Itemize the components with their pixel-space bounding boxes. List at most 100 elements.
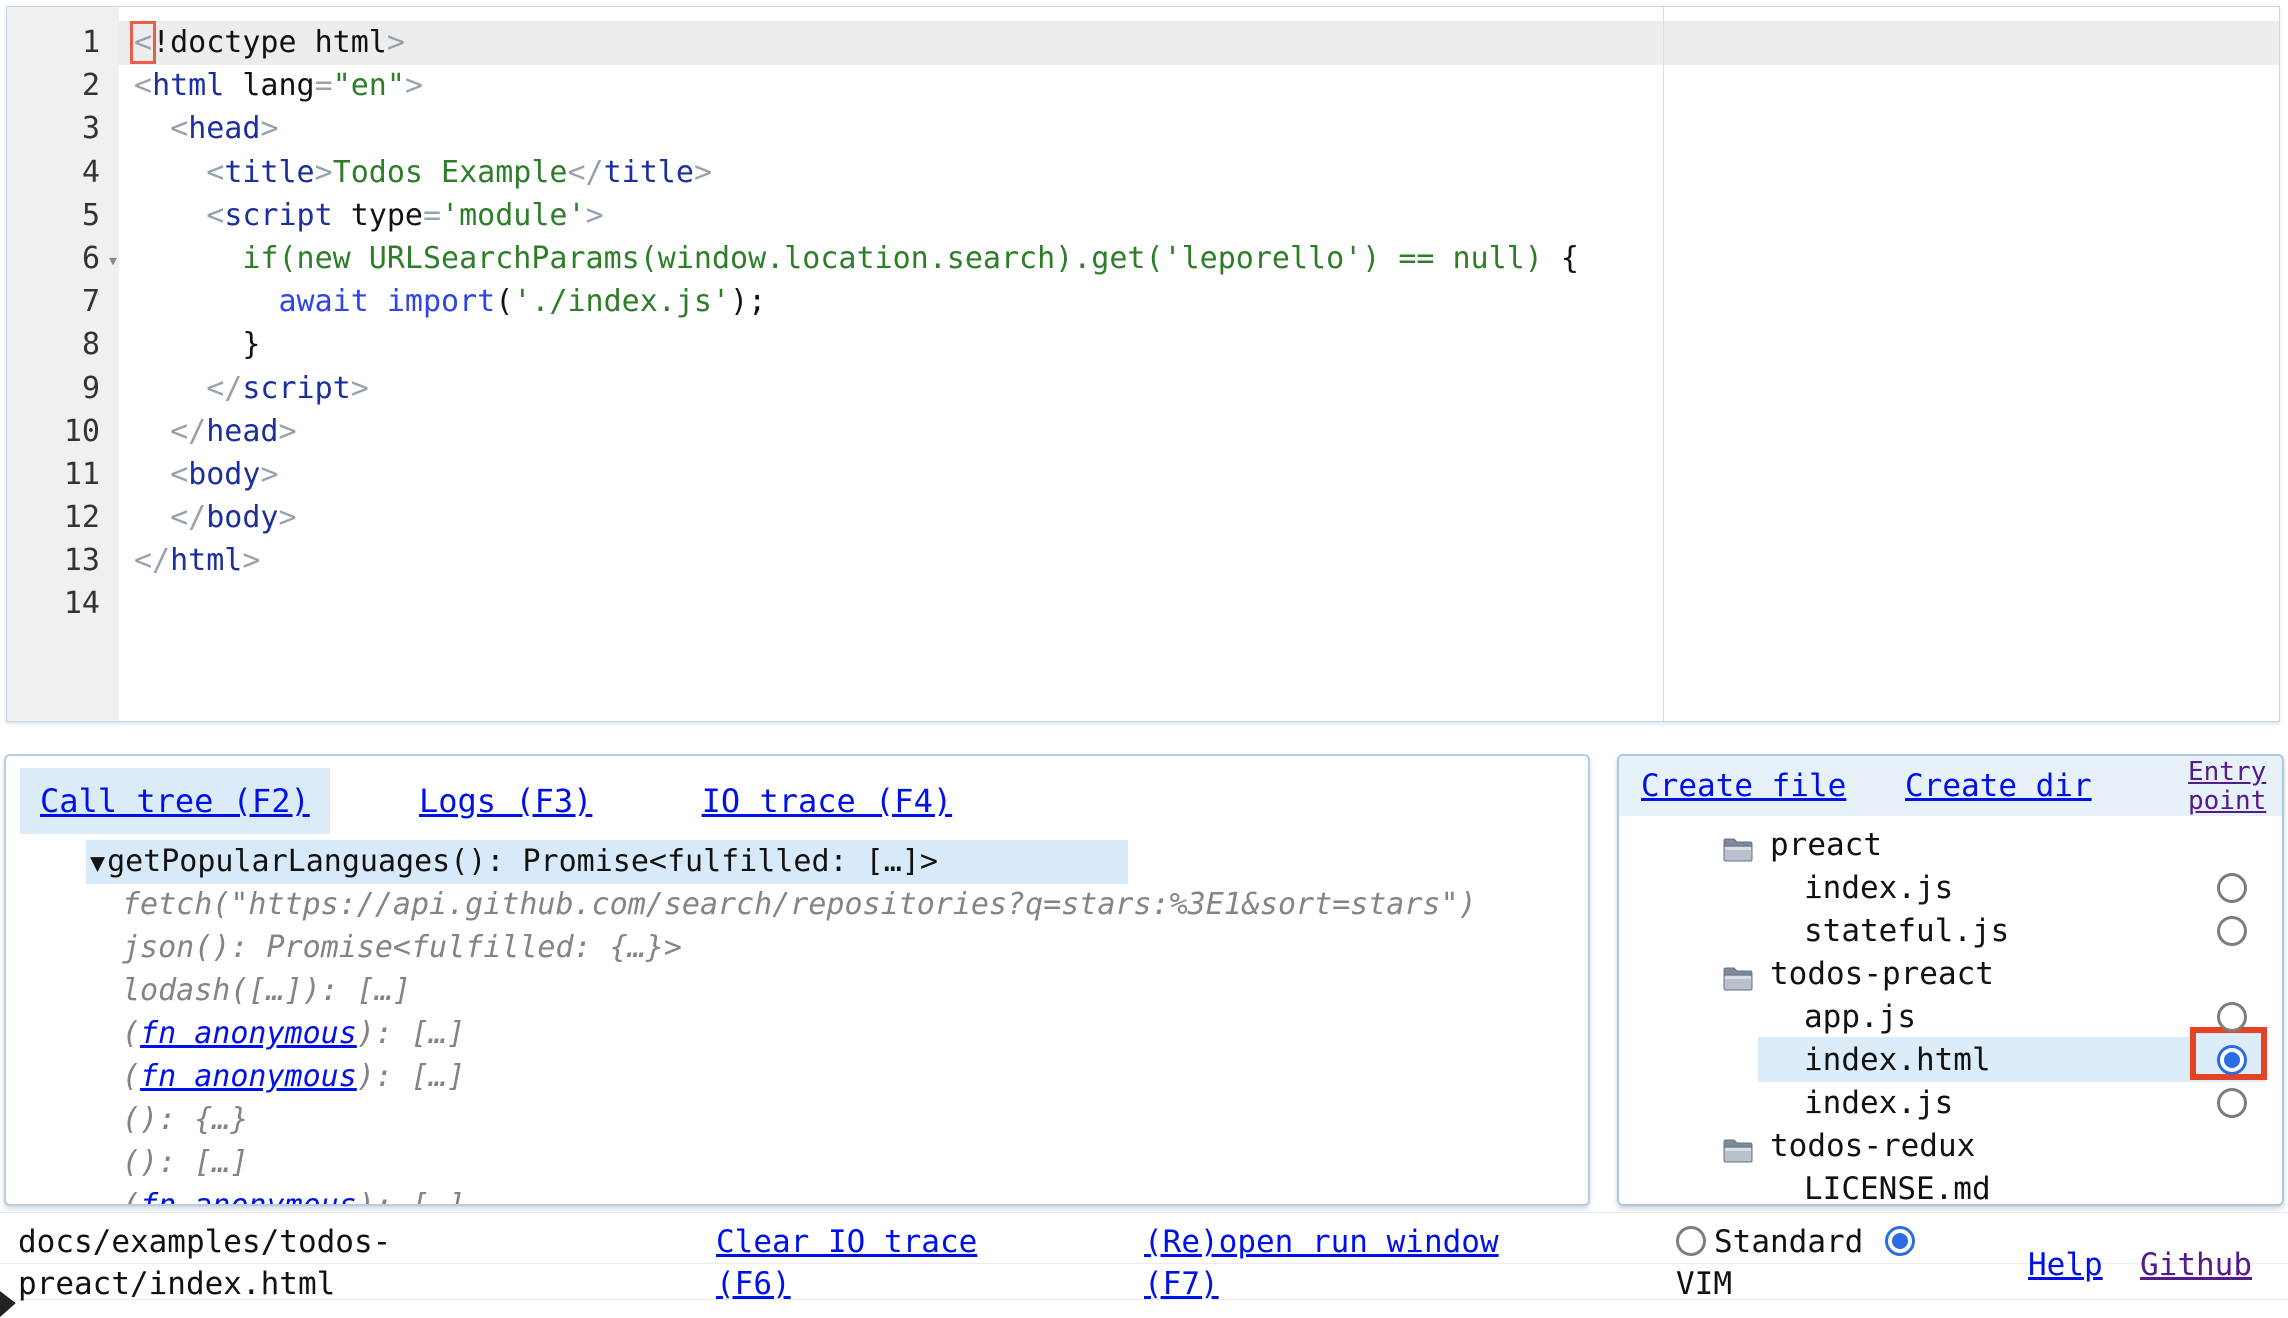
call-tree-row[interactable]: (fn anonymous): […] — [6, 1184, 1588, 1206]
code-editor[interactable]: 123456▾7891011121314 <!doctype html><htm… — [6, 6, 2280, 722]
code-token: < — [134, 68, 152, 103]
file-tree-row-index.html[interactable]: index.html — [1619, 1039, 2282, 1082]
file-tree-row-stateful.js[interactable]: stateful.js — [1619, 910, 2282, 953]
call-tree-row[interactable]: fetch("https://api.github.com/search/rep… — [6, 883, 1588, 926]
file-name-label: index.js — [1804, 867, 1953, 910]
code-token: = — [423, 198, 441, 233]
entry-point-radio[interactable] — [2217, 873, 2247, 903]
help-link[interactable]: Help — [2028, 1247, 2103, 1283]
folder-icon — [1723, 961, 1753, 986]
line-number: 4 — [7, 151, 119, 194]
tab-call-tree-label[interactable]: Call tree (F2) — [40, 782, 310, 820]
line-number: 14 — [7, 582, 119, 625]
leporello-app: { "editor": { "lines": [ {"n":"1","activ… — [0, 0, 2288, 1302]
code-token: "en" — [333, 68, 405, 103]
code-line[interactable]: </html> — [120, 539, 2279, 582]
current-file-path: docs/examples/todos-preact/index.html — [18, 1221, 448, 1305]
create-dir-button[interactable]: Create dir — [1905, 768, 2092, 804]
file-tree-row-todos-preact[interactable]: todos-preact — [1619, 953, 2282, 996]
code-token: > — [279, 414, 297, 449]
expand-arrow-icon[interactable]: ▼ — [90, 848, 105, 877]
file-tree-row-app.js[interactable]: app.js — [1619, 996, 2282, 1039]
editor-code-lines[interactable]: <!doctype html><html lang="en"> <head> <… — [120, 21, 2279, 626]
code-token: head — [188, 111, 260, 146]
code-token — [134, 111, 170, 146]
code-line[interactable] — [120, 582, 2279, 625]
code-line[interactable]: if(new URLSearchParams(window.location.s… — [120, 237, 2279, 280]
code-line[interactable]: <script type='module'> — [120, 194, 2279, 237]
reopen-run-window-button[interactable]: (Re)open run window (F7) — [1144, 1224, 1499, 1302]
code-token — [134, 198, 206, 233]
code-line[interactable]: <!doctype html> — [120, 21, 2279, 64]
entry-point-radio[interactable] — [2217, 1045, 2247, 1075]
code-line[interactable]: await import('./index.js'); — [120, 280, 2279, 323]
code-token — [134, 241, 242, 276]
tab-io-trace[interactable]: IO trace (F4) — [682, 768, 972, 834]
file-name-label: todos-redux — [1770, 1125, 1975, 1168]
entry-point-radio[interactable] — [2217, 916, 2247, 946]
call-tree-panel: Call tree (F2) Logs (F3) IO trace (F4) ▼… — [4, 754, 1590, 1206]
line-number: 12 — [7, 496, 119, 539]
code-token: > — [405, 68, 423, 103]
code-line[interactable]: <body> — [120, 453, 2279, 496]
code-token: < — [206, 198, 224, 233]
file-tree-row-preact[interactable]: preact — [1619, 824, 2282, 867]
code-token: await — [279, 284, 369, 319]
call-tree-row[interactable]: ▼getPopularLanguages(): Promise<fulfille… — [6, 840, 1588, 883]
file-tree-row-todos-redux[interactable]: todos-redux — [1619, 1125, 2282, 1168]
entry-point-radio[interactable] — [2217, 1088, 2247, 1118]
code-line[interactable]: </head> — [120, 410, 2279, 453]
clear-io-trace-button[interactable]: Clear IO trace (F6) — [716, 1224, 977, 1302]
call-tree-row[interactable]: lodash([…]): […] — [6, 969, 1588, 1012]
code-line[interactable]: <title>Todos Example</title> — [120, 151, 2279, 194]
tab-io-trace-label[interactable]: IO trace (F4) — [702, 782, 952, 820]
code-line[interactable]: <head> — [120, 107, 2279, 150]
code-token: > — [351, 371, 369, 406]
entry-point-radio[interactable] — [2217, 1002, 2247, 1032]
file-tree-row-index.js[interactable]: index.js — [1619, 867, 2282, 910]
mode-radio-vim[interactable] — [1885, 1226, 1915, 1256]
folder-icon — [1723, 1133, 1753, 1158]
line-number: 8 — [7, 323, 119, 366]
code-line[interactable]: </body> — [120, 496, 2279, 539]
code-line[interactable]: </script> — [120, 367, 2279, 410]
github-link[interactable]: Github — [2140, 1247, 2252, 1283]
code-token — [134, 371, 206, 406]
fn-anonymous-link[interactable]: fn anonymous — [140, 1016, 357, 1051]
selected-call-band[interactable]: ▼getPopularLanguages(): Promise<fulfille… — [86, 840, 1128, 884]
call-tree-row[interactable]: (): […] — [6, 1141, 1588, 1184]
tab-logs[interactable]: Logs (F3) — [399, 768, 612, 834]
fn-anonymous-link[interactable]: fn anonymous — [140, 1188, 357, 1206]
keybinding-mode-group: StandardVIM — [1676, 1221, 1938, 1305]
mode-radio-standard[interactable] — [1676, 1226, 1706, 1256]
code-line[interactable]: <html lang="en"> — [120, 64, 2279, 107]
code-token: > — [315, 155, 333, 190]
fold-arrow-icon[interactable]: ▾ — [107, 239, 119, 282]
line-number: 9 — [7, 367, 119, 410]
call-tree-rows: ▼getPopularLanguages(): Promise<fulfille… — [6, 840, 1588, 1206]
code-token — [134, 457, 170, 492]
call-tree-row[interactable]: (fn anonymous): […] — [6, 1055, 1588, 1098]
code-token: html — [170, 543, 242, 578]
code-line[interactable]: } — [120, 323, 2279, 366]
line-number: 2 — [7, 64, 119, 107]
line-number: 13 — [7, 539, 119, 582]
tab-logs-label[interactable]: Logs (F3) — [419, 782, 592, 820]
file-tree-row-LICENSE.md[interactable]: LICENSE.md — [1619, 1168, 2282, 1206]
code-token: if(new URLSearchParams(window.location.s… — [242, 241, 1542, 276]
call-tree-row[interactable]: (): {…} — [6, 1098, 1588, 1141]
code-token: body — [206, 500, 278, 535]
tab-call-tree[interactable]: Call tree (F2) — [20, 768, 330, 834]
file-tree-row-index.js[interactable]: index.js — [1619, 1082, 2282, 1125]
code-token: ); — [730, 284, 766, 319]
entry-point-link[interactable]: Entry point — [2188, 758, 2276, 816]
call-tree-row[interactable]: json(): Promise<fulfilled: {…}> — [6, 926, 1588, 969]
create-file-button[interactable]: Create file — [1641, 768, 1846, 804]
fn-anonymous-link[interactable]: fn anonymous — [140, 1059, 357, 1094]
file-name-label: todos-preact — [1770, 953, 1994, 996]
call-tree-row[interactable]: (fn anonymous): […] — [6, 1012, 1588, 1055]
file-name-label: LICENSE.md — [1804, 1168, 1991, 1206]
code-token: title — [604, 155, 694, 190]
code-token: </ — [170, 414, 206, 449]
file-panel-header: Create file Create dir Entry point — [1619, 756, 2282, 816]
